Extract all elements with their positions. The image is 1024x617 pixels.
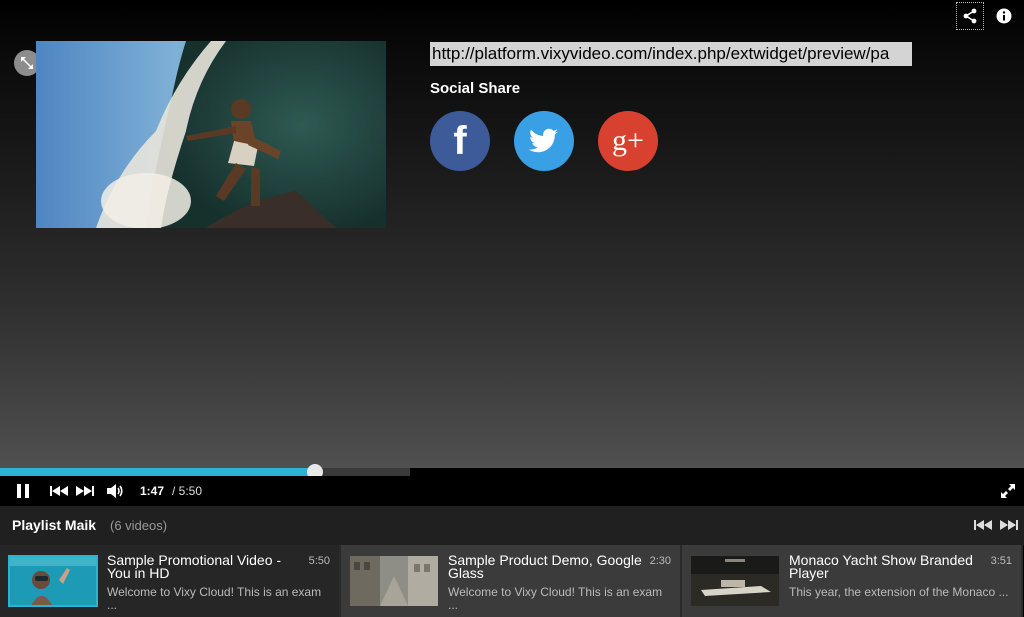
share-button[interactable] (956, 2, 984, 30)
playlist-item-title: Monaco Yacht Show Branded Player (789, 552, 973, 581)
playlist-item-duration: 3:51 (990, 555, 1012, 567)
next-icon (76, 486, 94, 496)
playlist-thumbnail (350, 556, 438, 606)
playlist-next-button[interactable] (1000, 518, 1018, 536)
playlist-item-title: Sample Promotional Video - You in HD (107, 552, 282, 581)
playlist-item-description: Welcome to Vixy Cloud! This is an exam .… (107, 585, 322, 612)
pause-button[interactable] (15, 476, 31, 506)
player-controls: 1:47 / 5:50 (0, 476, 1024, 506)
volume-icon (107, 484, 123, 498)
google-plus-button[interactable]: g+ (598, 111, 658, 171)
playlist-nav (974, 518, 1018, 536)
current-time: 1:47 (140, 484, 165, 498)
duration: / 5:50 (172, 484, 203, 498)
underwater-diver-image (9, 556, 97, 606)
fullscreen-button[interactable] (1000, 476, 1016, 506)
progress-fill (0, 468, 315, 476)
playlist-item[interactable]: Sample Promotional Video - You in HD Wel… (0, 545, 341, 617)
pause-icon (17, 484, 29, 498)
next-button[interactable] (76, 476, 94, 506)
volume-button[interactable] (106, 476, 124, 506)
playlist-count: (6 videos) (110, 518, 168, 533)
city-street-image (350, 556, 438, 606)
social-share-title: Social Share (430, 80, 521, 97)
playlist-item-title: Sample Product Demo, Google Glass (448, 552, 642, 581)
playlist-item-duration: 2:30 (649, 555, 671, 567)
playlist-item-description: This year, the extension of the Monaco .… (789, 585, 1009, 599)
playlist-thumbnail (691, 556, 779, 606)
twitter-button[interactable] (514, 111, 574, 171)
resize-icon (21, 57, 33, 69)
progress-bar[interactable] (0, 464, 410, 480)
facebook-button[interactable]: f (430, 111, 490, 171)
playlist-previous-button[interactable] (974, 518, 992, 536)
playlist-thumbnail (8, 555, 98, 607)
share-panel: Social Share f g+ (430, 42, 912, 171)
playlist-title: Playlist Maik (12, 517, 97, 533)
share-icon (963, 8, 977, 24)
fullscreen-icon (1001, 484, 1015, 498)
playlist-item-duration: 5:50 (308, 555, 330, 567)
info-button[interactable] (990, 2, 1018, 30)
google-plus-icon: g+ (612, 124, 644, 157)
surfer-image (36, 41, 386, 228)
share-url-input[interactable] (430, 42, 912, 66)
twitter-icon (529, 128, 558, 153)
player-stage[interactable]: Social Share f g+ (0, 0, 1024, 468)
top-icons (956, 2, 1018, 30)
yacht-show-image (691, 556, 779, 606)
previous-icon (974, 520, 992, 530)
playlist-item[interactable]: Sample Product Demo, Google Glass Welcom… (341, 545, 682, 617)
facebook-icon: f (453, 118, 467, 163)
playlist-item[interactable]: Monaco Yacht Show Branded Player This ye… (682, 545, 1023, 617)
previous-icon (50, 486, 68, 496)
video-thumbnail[interactable] (36, 41, 386, 228)
social-buttons: f g+ (430, 111, 912, 171)
playlist-item-description: Welcome to Vixy Cloud! This is an exam .… (448, 585, 663, 612)
next-icon (1000, 520, 1018, 530)
info-icon (996, 8, 1012, 24)
playlist-header: Playlist Maik (6 videos) (0, 506, 1024, 545)
previous-button[interactable] (50, 476, 68, 506)
playlist: Sample Promotional Video - You in HD Wel… (0, 545, 1024, 617)
